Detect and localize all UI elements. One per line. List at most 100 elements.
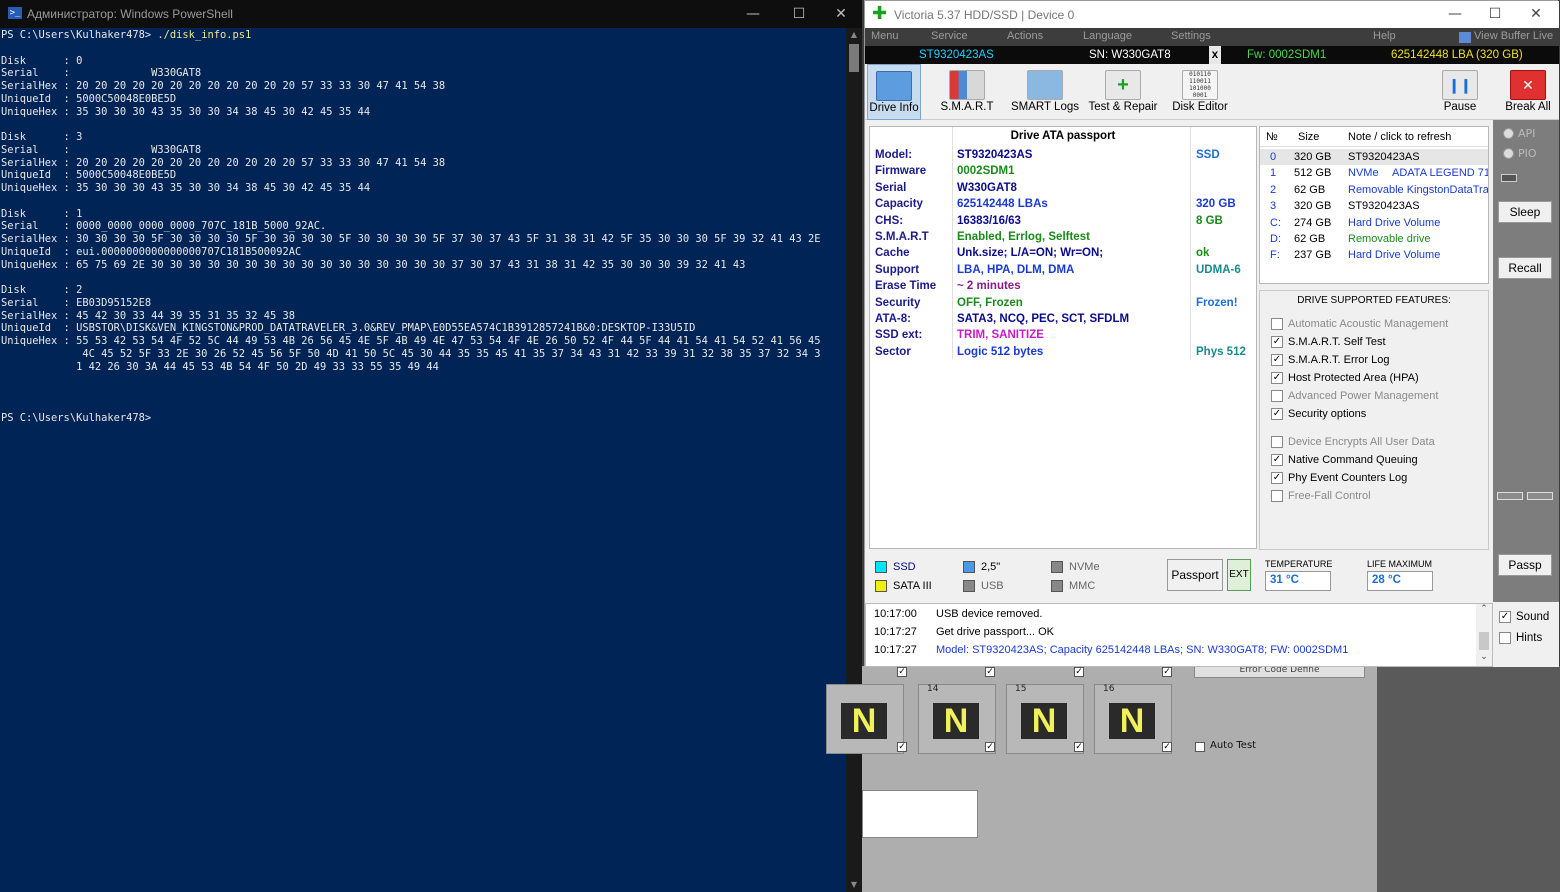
passport-key: S.M.A.R.T: [875, 231, 929, 243]
drive-size: 274 GB: [1294, 216, 1332, 229]
checked-checkbox[interactable]: ✓: [1271, 454, 1283, 466]
passport-extra: 320 GB: [1196, 198, 1236, 211]
unchecked-checkbox[interactable]: [1271, 390, 1283, 402]
drive-row[interactable]: C: 274 GB Hard Drive Volume: [1260, 215, 1488, 231]
legend-swatch: [1051, 561, 1063, 573]
passport-extra: ok: [1196, 247, 1210, 260]
checkbox[interactable]: ✓: [1074, 667, 1084, 677]
pio-radio[interactable]: [1503, 148, 1514, 159]
menu-item-actions[interactable]: Actions: [1007, 30, 1043, 42]
checkbox[interactable]: ✓: [985, 667, 995, 677]
drive-note: ST9320423AS: [1348, 151, 1420, 163]
device-box[interactable]: N: [826, 684, 904, 754]
scroll-down-icon[interactable]: ⌄: [1476, 652, 1492, 662]
scroll-up-icon[interactable]: ⌃: [1476, 604, 1492, 614]
drive-row[interactable]: 0 320 GB ST9320423AS: [1260, 149, 1488, 166]
checked-checkbox[interactable]: ✓: [1271, 408, 1283, 420]
checked-checkbox[interactable]: ✓: [1271, 354, 1283, 366]
auto-test-checkbox[interactable]: [1195, 742, 1205, 752]
drive-number: C:: [1270, 216, 1281, 229]
feature-label: S.M.A.R.T. Self Test: [1288, 336, 1386, 348]
powershell-icon: >_: [8, 7, 22, 19]
passport-key: CHS:: [875, 214, 904, 227]
drive-row[interactable]: 2 62 GB Removable KingstonDataTra: [1260, 182, 1488, 198]
powershell-console[interactable]: PS C:\Users\Kulhaker478> ./disk_info.ps1…: [0, 28, 846, 892]
drive-row[interactable]: D: 62 GB Removable drive: [1260, 231, 1488, 247]
drive-size: 320 GB: [1294, 200, 1332, 213]
scroll-down-icon[interactable]: ▼: [846, 878, 862, 892]
passport-key: Capacity: [875, 198, 923, 211]
background-dark-panel: [1377, 666, 1560, 892]
passport-row: Cache Unk.size; L/A=ON; Wr=ON; ok: [870, 245, 1256, 261]
info-icon: [876, 71, 912, 101]
passp-button[interactable]: Passp: [1498, 554, 1552, 576]
checkbox[interactable]: ✓: [985, 742, 995, 752]
unchecked-checkbox[interactable]: [1271, 490, 1283, 502]
drive-number: 2: [1270, 183, 1277, 196]
ext-button[interactable]: EXT: [1227, 559, 1251, 591]
checked-checkbox[interactable]: ✓: [1271, 336, 1283, 348]
legend-swatch: [1051, 580, 1063, 592]
drive-row[interactable]: 3 320 GB ST9320423AS: [1260, 198, 1488, 214]
menu-item-settings[interactable]: Settings: [1171, 30, 1211, 42]
passport-value: Enabled, Errlog, Selftest: [957, 231, 1090, 243]
passport-key: SSD ext:: [875, 329, 923, 342]
menu-item-menu[interactable]: Menu: [871, 30, 899, 42]
close-button[interactable]: ✕: [1516, 1, 1556, 28]
event-log[interactable]: 10:17:00 USB device removed. 10:17:27 Get d…: [865, 603, 1493, 667]
smart-button[interactable]: S.M.A.R.T: [935, 64, 999, 120]
feature-label: Automatic Acoustic Management: [1288, 318, 1449, 330]
scroll-thumb[interactable]: [1479, 632, 1489, 650]
drive-number: F:: [1270, 249, 1280, 262]
drive-info-button[interactable]: Drive Info: [867, 64, 921, 120]
drive-row[interactable]: F: 237 GB Hard Drive Volume: [1260, 247, 1488, 263]
unchecked-checkbox[interactable]: [1271, 318, 1283, 330]
close-button[interactable]: ✕: [818, 0, 864, 28]
checkbox[interactable]: ✓: [1162, 742, 1172, 752]
infobar-firmware: Fw: 0002SDM1: [1247, 49, 1327, 61]
unchecked-checkbox[interactable]: [1271, 436, 1283, 448]
powershell-titlebar[interactable]: >_ Администратор: Windows PowerShell — ☐…: [0, 0, 862, 28]
checked-checkbox[interactable]: ✓: [1271, 472, 1283, 484]
api-radio[interactable]: [1503, 128, 1514, 139]
checked-checkbox[interactable]: ✓: [1271, 372, 1283, 384]
sleep-button[interactable]: Sleep: [1498, 201, 1552, 223]
infobar-close[interactable]: x: [1209, 46, 1221, 64]
drive-row[interactable]: 1 512 GB NVMe ADATA LEGEND 71: [1260, 165, 1488, 181]
victoria-titlebar[interactable]: ✚ Victoria 5.37 HDD/SSD | Device 0 — ☐ ✕: [865, 1, 1559, 28]
passport-button[interactable]: Passport: [1167, 559, 1223, 591]
view-buffer-live-button[interactable]: View Buffer Live: [1474, 30, 1553, 42]
checkbox[interactable]: ✓: [1074, 742, 1084, 752]
minimize-button[interactable]: —: [1435, 1, 1475, 28]
maximize-button[interactable]: ☐: [1475, 1, 1515, 28]
recall-button[interactable]: Recall: [1498, 257, 1552, 279]
passport-value: 625142448 LBAs: [957, 198, 1048, 211]
pause-button[interactable]: ❙❙ Pause: [1435, 64, 1485, 120]
passport-row: Security OFF, Frozen Frozen!: [870, 295, 1256, 311]
test-repair-button[interactable]: + Test & Repair: [1087, 64, 1159, 120]
menu-item-service[interactable]: Service: [931, 30, 968, 42]
error-code-button[interactable]: Error Code Define: [1194, 666, 1365, 678]
menu-item-language[interactable]: Language: [1083, 30, 1132, 42]
minimize-button[interactable]: —: [730, 0, 776, 28]
break-all-button[interactable]: ✕ Break All: [1501, 64, 1555, 120]
log-scrollbar[interactable]: ⌃ ⌄: [1476, 604, 1492, 666]
checkbox[interactable]: ✓: [897, 742, 907, 752]
checkbox[interactable]: ✓: [897, 667, 907, 677]
prompt: PS C:\Users\Kulhaker478>: [1, 411, 152, 424]
powershell-scrollbar[interactable]: ▲ ▼: [846, 28, 862, 892]
smart-logs-button[interactable]: SMART Logs: [1009, 64, 1081, 120]
passport-row: Support LBA, HPA, DLM, DMA UDMA-6: [870, 262, 1256, 278]
scroll-up-icon[interactable]: ▲: [846, 28, 862, 42]
maximize-button[interactable]: ☐: [776, 0, 822, 28]
device-box-16[interactable]: 16 N: [1094, 684, 1172, 754]
scroll-thumb[interactable]: [849, 44, 859, 72]
disk-editor-button[interactable]: 010110 110011 101000 0001 Disk Editor: [1165, 64, 1235, 120]
passport-key: Erase Time: [875, 280, 937, 293]
legend-swatch: [963, 580, 975, 592]
drive-number: 3: [1270, 200, 1277, 213]
device-box-15[interactable]: 15 N: [1006, 684, 1084, 754]
checkbox[interactable]: ✓: [1162, 667, 1172, 677]
victoria-window: ✚ Victoria 5.37 HDD/SSD | Device 0 — ☐ ✕…: [864, 0, 1559, 667]
menu-item-help[interactable]: Help: [1373, 30, 1396, 42]
